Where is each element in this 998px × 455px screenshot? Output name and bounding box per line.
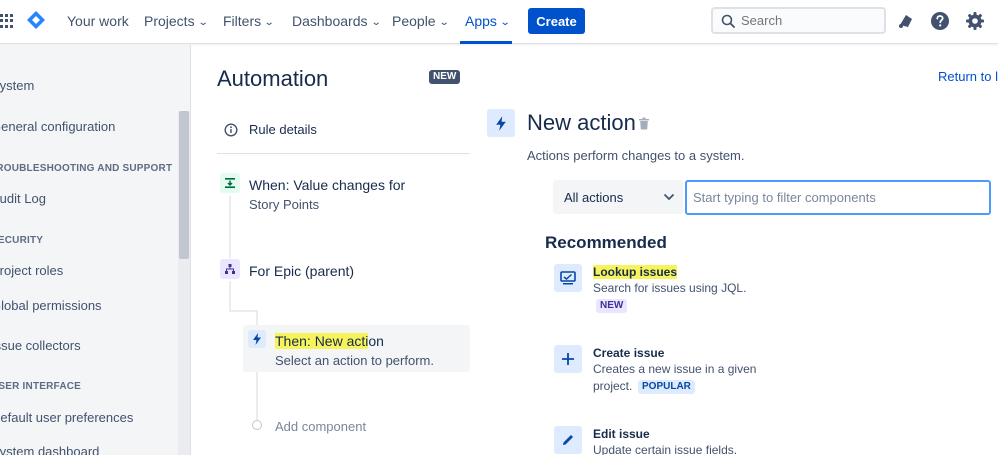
new-action-description: Actions perform changes to a system. xyxy=(527,148,745,163)
new-badge: NEW xyxy=(429,70,461,84)
create-button[interactable]: Create xyxy=(528,8,585,34)
component-name-create-issue[interactable]: Create issue xyxy=(593,346,664,360)
sidebar-item-global-permissions[interactable]: Global permissions xyxy=(0,298,102,313)
search-input[interactable] xyxy=(741,13,871,28)
nav-filters[interactable]: Filters ⌄ xyxy=(223,13,275,29)
nav-projects-label: Projects xyxy=(144,13,195,29)
then-step-title: Then: New action xyxy=(275,333,384,349)
sidebar-item-audit-log[interactable]: Audit Log xyxy=(0,191,46,206)
settings-gear-icon[interactable] xyxy=(965,11,985,31)
when-step-title[interactable]: When: Value changes for xyxy=(249,177,405,193)
component-description: project. xyxy=(593,379,633,393)
nav-filters-label: Filters xyxy=(223,13,262,29)
automation-title: Automation xyxy=(217,66,329,91)
rule-details-label: Rule details xyxy=(249,122,317,137)
nav-apps[interactable]: Apps ⌄ xyxy=(465,13,511,29)
then-step-title-rest: on xyxy=(368,333,384,349)
divider xyxy=(217,153,470,154)
nav-dashboards[interactable]: Dashboards ⌄ xyxy=(292,13,382,29)
sidebar-item-project-roles[interactable]: Project roles xyxy=(0,263,63,278)
lightning-icon xyxy=(496,115,506,131)
info-icon xyxy=(224,122,238,137)
lookup-issues-icon[interactable] xyxy=(554,264,582,292)
connector-line xyxy=(229,196,231,258)
chevron-down-icon: ⌄ xyxy=(370,17,382,28)
app-switcher-icon[interactable] xyxy=(0,14,14,28)
chevron-down-icon: ⌄ xyxy=(499,17,511,28)
edit-icon xyxy=(563,435,573,445)
sidebar-item-system-dashboard[interactable]: System dashboard xyxy=(0,444,99,455)
new-action-icon-box xyxy=(487,109,515,137)
chevron-down-icon xyxy=(663,193,675,201)
connector-line xyxy=(229,310,258,312)
sidebar-item-issue-collectors[interactable]: Issue collectors xyxy=(0,338,81,353)
actions-category-select[interactable]: All actions xyxy=(553,180,683,214)
chevron-down-icon: ⌄ xyxy=(197,17,209,28)
chevron-down-icon: ⌄ xyxy=(263,17,275,28)
admin-sidebar: System General configuration TROUBLESHOO… xyxy=(0,45,191,455)
connector-line xyxy=(229,281,231,311)
add-component-dot[interactable] xyxy=(252,420,262,430)
sidebar-section-security: SECURITY xyxy=(0,235,44,246)
sidebar-item-general-configuration[interactable]: General configuration xyxy=(0,119,115,134)
sidebar-scrollbar-thumb[interactable] xyxy=(179,111,189,259)
connector-line xyxy=(256,372,258,420)
jira-logo-icon[interactable] xyxy=(27,11,45,29)
monitor-icon xyxy=(560,271,576,285)
nav-apps-label: Apps xyxy=(465,13,497,29)
add-component-link[interactable]: Add component xyxy=(275,419,366,434)
component-name-edit-issue[interactable]: Edit issue xyxy=(593,427,650,441)
nav-projects[interactable]: Projects ⌄ xyxy=(144,13,209,29)
add-icon xyxy=(562,353,574,365)
trigger-icon xyxy=(225,178,235,188)
action-step-icon xyxy=(248,330,266,348)
chevron-down-icon: ⌄ xyxy=(438,17,450,28)
branch-step-icon[interactable] xyxy=(220,259,240,279)
search-icon xyxy=(721,14,735,28)
nav-people-label: People xyxy=(392,13,436,29)
sidebar-section-user-interface: USER INTERFACE xyxy=(0,381,82,392)
trash-icon[interactable] xyxy=(638,117,650,130)
help-icon[interactable] xyxy=(930,11,950,31)
then-step-title-highlighted: Then: New acti xyxy=(275,333,369,349)
branch-icon xyxy=(225,264,235,274)
notifications-icon[interactable] xyxy=(896,11,916,31)
lookup-issues-label: Lookup issues xyxy=(593,265,678,279)
component-description: Update certain issue fields. xyxy=(593,443,738,455)
nav-people[interactable]: People ⌄ xyxy=(392,13,450,29)
component-description: Search for issues using JQL. xyxy=(593,281,747,295)
branch-step-title[interactable]: For Epic (parent) xyxy=(249,263,354,279)
component-description: Creates a new issue in a given xyxy=(593,362,757,376)
filter-components-input[interactable] xyxy=(685,180,991,215)
then-step-subtitle: Select an action to perform. xyxy=(275,353,434,368)
new-action-title: New action xyxy=(527,110,636,135)
plus-icon[interactable] xyxy=(554,345,582,373)
search-field[interactable] xyxy=(711,7,886,34)
return-link[interactable]: Return to li xyxy=(938,69,998,84)
pencil-icon[interactable] xyxy=(554,426,582,454)
trigger-step-icon[interactable] xyxy=(220,173,240,193)
rule-details-link[interactable]: Rule details xyxy=(224,122,317,137)
when-step-subtitle: Story Points xyxy=(249,197,320,212)
new-badge: NEW xyxy=(596,299,628,313)
sidebar-section-troubleshooting: TROUBLESHOOTING AND SUPPORT xyxy=(0,163,173,174)
recommended-heading: Recommended xyxy=(545,233,667,252)
sidebar-item-default-user-preferences[interactable]: Default user preferences xyxy=(0,410,133,425)
active-tab-indicator xyxy=(460,41,512,44)
lightning-icon xyxy=(253,333,261,345)
nav-dashboards-label: Dashboards xyxy=(292,13,368,29)
popular-badge: POPULAR xyxy=(638,380,695,394)
select-value: All actions xyxy=(564,189,624,205)
nav-your-work[interactable]: Your work xyxy=(67,13,129,29)
top-navigation: Your work Projects ⌄ Filters ⌄ Dashboards ⌄… xyxy=(0,0,998,44)
component-name-lookup-issues[interactable]: Lookup issues xyxy=(593,265,678,279)
sidebar-title: System xyxy=(0,78,35,93)
